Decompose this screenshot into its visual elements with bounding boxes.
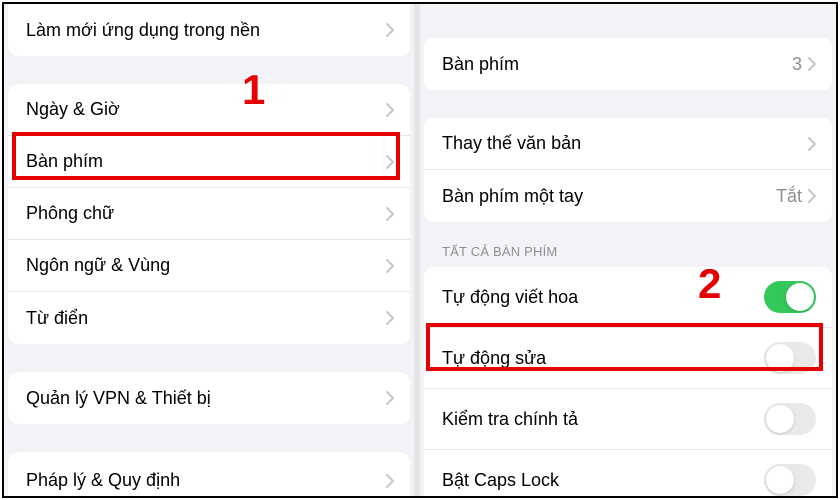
row-label: Bàn phím một tay <box>442 186 583 207</box>
row-label: Ngôn ngữ & Vùng <box>26 255 170 276</box>
row-auto-capitalize: Tự động viết hoa <box>424 267 832 328</box>
row-label: Làm mới ứng dụng trong nền <box>26 20 260 41</box>
row-label: Bàn phím <box>26 151 103 172</box>
keyboard-settings-panel: Bàn phím 3 Thay thế văn bản Bàn phím một… <box>420 4 836 496</box>
row-label: Ngày & Giờ <box>26 99 120 120</box>
chevron-right-icon <box>386 207 394 221</box>
toggle-check-spelling[interactable] <box>764 403 816 435</box>
row-value: 3 <box>792 54 802 75</box>
chevron-right-icon <box>808 57 816 71</box>
row-vpn[interactable]: Quản lý VPN & Thiết bị <box>8 372 410 424</box>
row-language-region[interactable]: Ngôn ngữ & Vùng <box>8 240 410 292</box>
row-label: Từ điển <box>26 308 88 329</box>
row-label: Tự động viết hoa <box>442 287 578 308</box>
chevron-right-icon <box>808 137 816 151</box>
chevron-right-icon <box>386 391 394 405</box>
settings-group: Bàn phím 3 <box>424 38 832 90</box>
section-header: TẤT CẢ BÀN PHÍM <box>424 236 836 267</box>
chevron-right-icon <box>386 155 394 169</box>
settings-group: Quản lý VPN & Thiết bị <box>8 372 410 424</box>
toggle-caps-lock[interactable] <box>764 464 816 496</box>
settings-general-panel: Làm mới ứng dụng trong nền Ngày & Giờ Bà… <box>4 4 420 496</box>
chevron-right-icon <box>386 311 394 325</box>
chevron-right-icon <box>808 189 816 203</box>
settings-group: Làm mới ứng dụng trong nền <box>8 4 410 56</box>
row-label: Bật Caps Lock <box>442 470 559 491</box>
row-caps-lock: Bật Caps Lock <box>424 450 832 496</box>
row-label: Pháp lý & Quy định <box>26 470 180 491</box>
row-date-time[interactable]: Ngày & Giờ <box>8 84 410 136</box>
row-label: Tự động sửa <box>442 348 546 369</box>
row-keyboards[interactable]: Bàn phím 3 <box>424 38 832 90</box>
toggle-auto-capitalize[interactable] <box>764 281 816 313</box>
settings-group: Tự động viết hoa Tự động sửa Kiểm tra ch… <box>424 267 832 496</box>
row-one-handed[interactable]: Bàn phím một tay Tắt <box>424 170 832 222</box>
row-legal[interactable]: Pháp lý & Quy định <box>8 452 410 496</box>
row-app-refresh[interactable]: Làm mới ứng dụng trong nền <box>8 4 410 56</box>
row-keyboard[interactable]: Bàn phím <box>8 136 410 188</box>
row-label: Bàn phím <box>442 54 519 75</box>
row-label: Thay thế văn bản <box>442 133 581 154</box>
chevron-right-icon <box>386 474 394 488</box>
row-label: Kiểm tra chính tả <box>442 409 578 430</box>
row-dictionary[interactable]: Từ điển <box>8 292 410 344</box>
toggle-auto-correction[interactable] <box>764 342 816 374</box>
row-label: Quản lý VPN & Thiết bị <box>26 388 211 409</box>
chevron-right-icon <box>386 23 394 37</box>
chevron-right-icon <box>386 103 394 117</box>
chevron-right-icon <box>386 259 394 273</box>
row-auto-correction: Tự động sửa <box>424 328 832 389</box>
settings-group: Ngày & Giờ Bàn phím Phông chữ Ngôn ngữ &… <box>8 84 410 344</box>
row-label: Phông chữ <box>26 203 114 224</box>
row-fonts[interactable]: Phông chữ <box>8 188 410 240</box>
row-check-spelling: Kiểm tra chính tả <box>424 389 832 450</box>
row-text-replacement[interactable]: Thay thế văn bản <box>424 118 832 170</box>
row-value: Tắt <box>776 186 802 207</box>
settings-group: Thay thế văn bản Bàn phím một tay Tắt <box>424 118 832 222</box>
settings-group: Pháp lý & Quy định <box>8 452 410 496</box>
